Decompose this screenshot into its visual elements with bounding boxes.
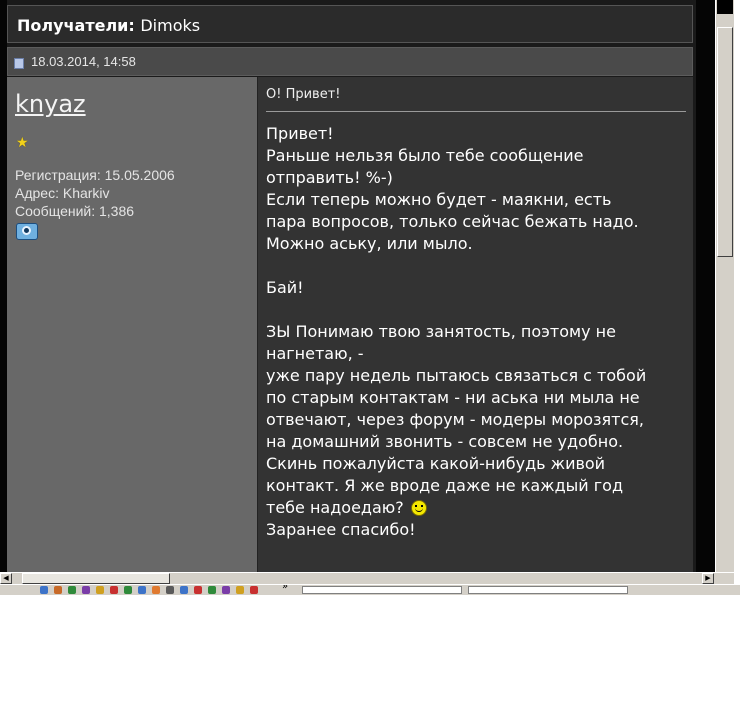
- message-line: Бай!: [266, 278, 304, 297]
- vertical-scrollbar[interactable]: [715, 0, 734, 572]
- message-line: Раньше нельзя было тебе сообщение: [266, 146, 584, 165]
- vertical-scroll-thumb[interactable]: [717, 27, 733, 257]
- recipients-label: Получатели: Dimoks: [17, 16, 201, 35]
- message-line: Скинь пожалуйста какой-нибудь живой: [266, 454, 606, 473]
- message-line: отправить! %-): [266, 168, 393, 187]
- horizontal-scrollbar[interactable]: ◀ ▶: [0, 572, 734, 584]
- quicklaunch-app-icon[interactable]: [208, 586, 216, 594]
- document-icon: [14, 58, 24, 69]
- message-line: [266, 255, 691, 277]
- message-line: уже пару недель пытаюсь связаться с тобо…: [266, 366, 647, 385]
- quicklaunch-app-icon[interactable]: [124, 586, 132, 594]
- message-panel: О! Привет! Привет! Раньше нельзя было те…: [258, 77, 693, 572]
- message-line: на домашний звонить - совсем не удобно.: [266, 432, 624, 451]
- message-line: Если теперь можно будет - маякни, есть: [266, 190, 612, 209]
- message-line: контакт. Я же вроде даже не каждый год: [266, 476, 624, 495]
- user-info-panel: knyaz ★ Регистрация: 15.05.2006 Адрес: K…: [7, 77, 258, 572]
- user-registration: Регистрация: 15.05.2006: [15, 167, 175, 183]
- post-date: 18.03.2014, 14:58: [31, 54, 136, 69]
- quicklaunch-app-icon[interactable]: [152, 586, 160, 594]
- camera-icon[interactable]: [16, 223, 38, 240]
- user-post-count: Сообщений: 1,386: [15, 203, 135, 219]
- horizontal-scroll-thumb[interactable]: [22, 573, 170, 584]
- quicklaunch-folder-icon[interactable]: [54, 586, 62, 594]
- browser-viewport: Получатели: Dimoks 18.03.2014, 14:58 kny…: [0, 0, 715, 572]
- star-icon: ★: [16, 135, 29, 151]
- scroll-right-arrow-icon[interactable]: ▶: [702, 573, 714, 584]
- message-line: Привет!: [266, 124, 334, 143]
- username-link[interactable]: knyaz: [15, 90, 86, 118]
- quicklaunch-app-icon[interactable]: [68, 586, 76, 594]
- message-line: Заранее спасибо!: [266, 520, 416, 539]
- message-line: пара вопросов, только сейчас бежать надо…: [266, 212, 639, 231]
- quicklaunch-app-icon[interactable]: [250, 586, 258, 594]
- quicklaunch-app-icon[interactable]: [138, 586, 146, 594]
- recipients-header: Получатели: Dimoks: [7, 5, 693, 43]
- quicklaunch-app-icon[interactable]: [194, 586, 202, 594]
- quicklaunch-ie-icon[interactable]: [40, 586, 48, 594]
- message-line: отвечают, через форум - модеры морозятся…: [266, 410, 645, 429]
- quicklaunch-app-icon[interactable]: [82, 586, 90, 594]
- recipient-name: Dimoks: [140, 16, 201, 35]
- user-address: Адрес: Kharkiv: [15, 185, 110, 201]
- quicklaunch-app-icon[interactable]: [236, 586, 244, 594]
- quicklaunch-app-icon[interactable]: [166, 586, 174, 594]
- message-line: нагнетаю, -: [266, 344, 364, 363]
- taskbar-window-button[interactable]: [468, 586, 628, 594]
- private-message-frame: Получатели: Dimoks 18.03.2014, 14:58 kny…: [7, 0, 696, 572]
- message-body: Привет! Раньше нельзя было тебе сообщени…: [266, 123, 691, 541]
- message-line: Можно аську, или мыло.: [266, 234, 473, 253]
- scrollbar-track-top: [717, 0, 733, 14]
- message-line: по старым контактам - ни аська ни мыла н…: [266, 388, 640, 407]
- taskbar-more-icon[interactable]: »: [282, 585, 288, 592]
- message-line: тебе надоедаю?: [266, 497, 691, 519]
- post-date-bar: 18.03.2014, 14:58: [7, 47, 693, 76]
- message-line: ЗЫ Понимаю твою занятость, поэтому не: [266, 322, 616, 341]
- quicklaunch-app-icon[interactable]: [110, 586, 118, 594]
- quicklaunch-app-icon[interactable]: [180, 586, 188, 594]
- message-line: [266, 299, 691, 321]
- quicklaunch-app-icon[interactable]: [222, 586, 230, 594]
- scroll-left-arrow-icon[interactable]: ◀: [0, 573, 12, 584]
- message-subject: О! Привет!: [266, 87, 341, 102]
- taskbar-strip: »: [0, 584, 740, 595]
- quicklaunch-app-icon[interactable]: [96, 586, 104, 594]
- subject-divider: [266, 111, 686, 112]
- smiley-icon: [410, 500, 427, 516]
- taskbar-window-button[interactable]: [302, 586, 462, 594]
